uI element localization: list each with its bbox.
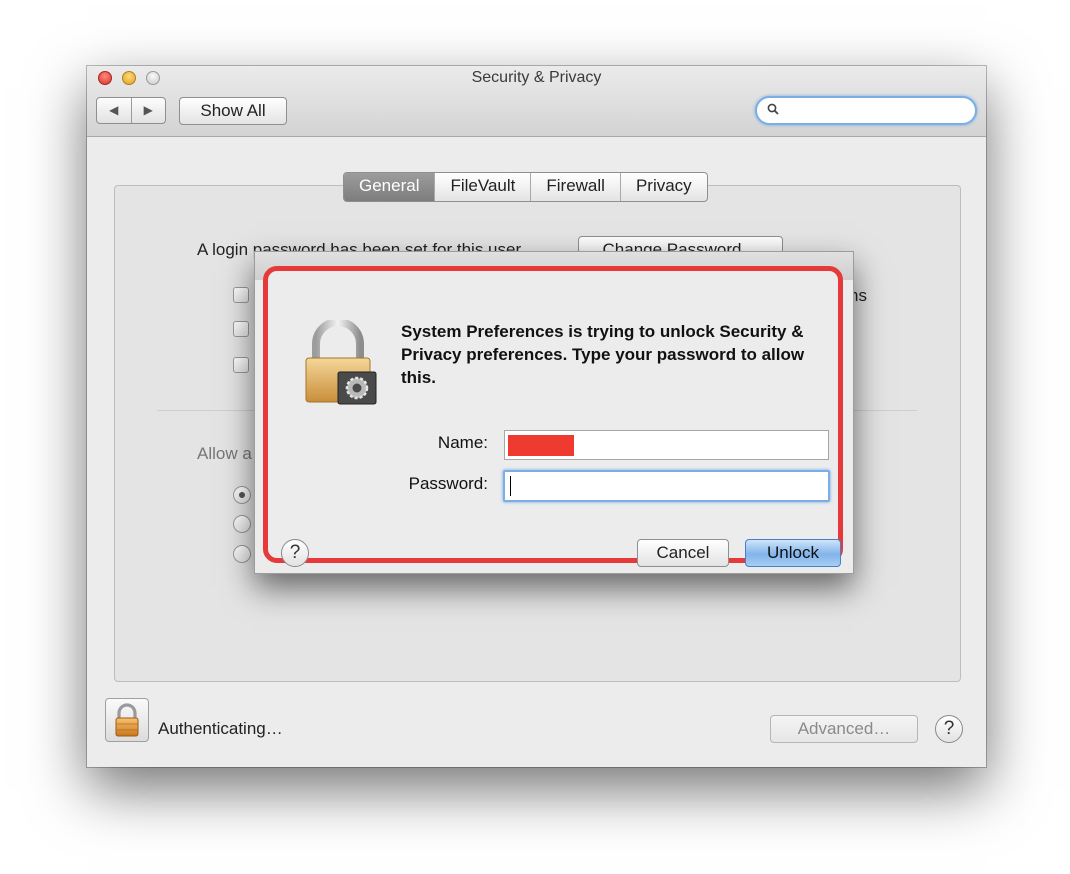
auth-status-text: Authenticating… [158,719,283,738]
show-all-button[interactable]: Show All [179,97,287,125]
allow-apps-label: Allow a [197,444,252,463]
search-icon [767,103,779,115]
option-checkbox[interactable] [233,357,249,373]
redacted-name [508,435,574,456]
allow-apps-radio[interactable] [233,515,251,533]
text-cursor [510,476,511,496]
option-checkbox[interactable] [233,287,249,303]
name-label: Name: [437,433,488,452]
lock-button[interactable] [105,698,149,742]
title-bar: Security & Privacy ◀ ▶ Show All [87,66,986,137]
tab-general[interactable]: General [344,173,435,201]
authentication-dialog: System Preferences is trying to unlock S… [254,251,854,574]
cancel-button[interactable]: Cancel [637,539,729,567]
tab-firewall[interactable]: Firewall [530,173,620,201]
lock-icon [305,320,377,405]
allow-apps-radio[interactable] [233,545,251,563]
unlock-button[interactable]: Unlock [745,539,841,567]
search-input[interactable] [755,96,977,125]
password-field[interactable] [503,470,830,502]
back-button[interactable]: ◀ [97,98,132,123]
highlight-box: System Preferences is trying to unlock S… [263,266,843,567]
tab-privacy[interactable]: Privacy [619,173,707,201]
help-icon[interactable]: ? [935,715,963,743]
back-forward-control: ◀ ▶ [96,97,166,124]
forward-button[interactable]: ▶ [132,98,166,123]
password-label: Password: [408,474,488,493]
help-icon[interactable]: ? [281,539,309,567]
tab-bar: General FileVault Firewall Privacy [343,172,708,202]
lock-icon [115,703,139,737]
window-title: Security & Privacy [471,69,602,86]
allow-apps-radio[interactable] [233,486,251,504]
tab-filevault[interactable]: FileVault [434,173,530,201]
gear-icon [337,371,377,405]
option-checkbox[interactable] [233,321,249,337]
advanced-button[interactable]: Advanced… [770,715,918,743]
dialog-message: System Preferences is trying to unlock S… [401,322,805,387]
name-field[interactable] [504,430,829,460]
